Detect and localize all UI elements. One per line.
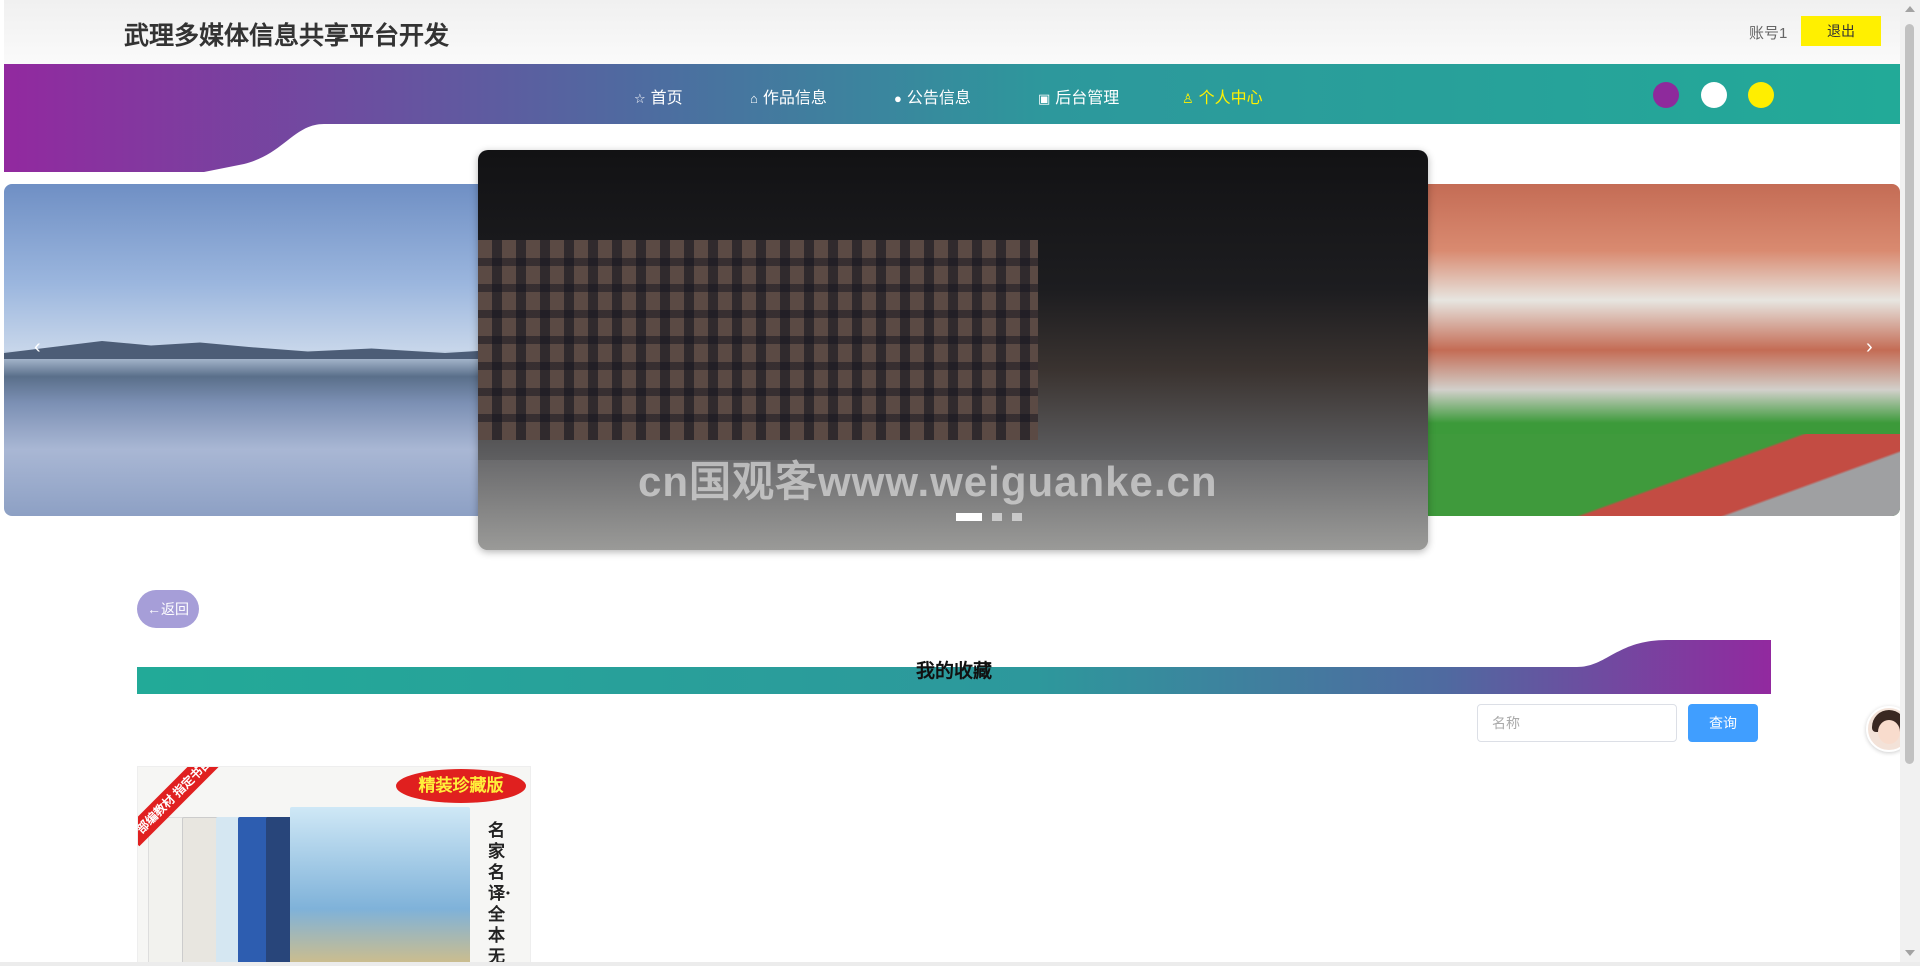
favorite-card[interactable]: 部编教材 指定书目 精装珍藏版 名家名译·全本无删减 bbox=[137, 766, 531, 962]
carousel-indicator[interactable] bbox=[1012, 512, 1022, 521]
search-input[interactable]: 名称 bbox=[1477, 704, 1677, 742]
theme-white-dot[interactable] bbox=[1701, 82, 1727, 108]
window-bottom-edge bbox=[0, 962, 1920, 966]
top-bar: 武理多媒体信息共享平台开发 账号1 退出 bbox=[4, 0, 1900, 64]
carousel-indicator[interactable] bbox=[992, 512, 1002, 521]
star-icon: ☆ bbox=[634, 91, 646, 106]
bag-icon: ⌂ bbox=[750, 91, 758, 106]
carousel-prev-arrow[interactable]: ‹ bbox=[34, 336, 41, 359]
nav-item-home[interactable]: ☆ 首页 bbox=[634, 84, 683, 108]
user-icon: ♙ bbox=[1182, 91, 1194, 106]
scrollbar-thumb[interactable] bbox=[1905, 24, 1914, 764]
site-title: 武理多媒体信息共享平台开发 bbox=[124, 21, 450, 50]
edition-badge: 精装珍藏版 bbox=[396, 769, 526, 803]
back-button[interactable]: ←返回 bbox=[137, 590, 199, 628]
page: 武理多媒体信息共享平台开发 账号1 退出 ☆首页 ⌂作品信息 ●公告信息 bbox=[4, 0, 1900, 962]
info-icon: ● bbox=[894, 91, 902, 106]
carousel-next-arrow[interactable]: › bbox=[1866, 336, 1873, 359]
carousel-indicators bbox=[956, 508, 1032, 526]
scroll-up-arrow-icon[interactable] bbox=[1905, 6, 1915, 12]
carousel-slide-active[interactable]: cn国观客www.weiguanke.cn bbox=[478, 150, 1428, 550]
nav-item-profile[interactable]: ♙ 个人中心 bbox=[1182, 84, 1263, 108]
lake-hills-image bbox=[4, 341, 494, 359]
main-nav: ☆ 首页 ⌂ 作品信息 ● 公告信息 ▣ 后台管理 ♙ 个人中心 bbox=[4, 64, 1900, 124]
watermark-text: cn国观客www.weiguanke.cn bbox=[638, 458, 1218, 505]
page-scrollbar[interactable] bbox=[1900, 0, 1920, 966]
theme-yellow-dot[interactable] bbox=[1748, 82, 1774, 108]
nav-item-works[interactable]: ⌂ 作品信息 bbox=[750, 84, 827, 108]
search-button[interactable]: 查询 bbox=[1688, 704, 1758, 742]
carousel-indicator[interactable] bbox=[956, 512, 982, 521]
book-cover bbox=[290, 807, 470, 962]
carousel-slide-next[interactable] bbox=[1404, 184, 1900, 516]
avatar-face bbox=[1878, 720, 1900, 744]
vertical-caption: 名家名译·全本无删减 bbox=[488, 821, 511, 962]
scroll-down-arrow-icon[interactable] bbox=[1905, 950, 1915, 956]
logout-button[interactable]: 退出 bbox=[1801, 16, 1881, 46]
nav-item-admin[interactable]: ▣ 后台管理 bbox=[1038, 84, 1119, 108]
account-name[interactable]: 账号1 bbox=[1749, 22, 1787, 43]
nav-item-notices[interactable]: ● 公告信息 bbox=[894, 84, 971, 108]
sports-field-image bbox=[1404, 434, 1900, 516]
box-icon: ▣ bbox=[1038, 91, 1051, 106]
campus-building-image bbox=[478, 240, 1038, 440]
carousel-slide-prev[interactable] bbox=[4, 184, 494, 516]
section-title: 我的收藏 bbox=[915, 660, 992, 682]
theme-purple-dot[interactable] bbox=[1653, 82, 1679, 108]
